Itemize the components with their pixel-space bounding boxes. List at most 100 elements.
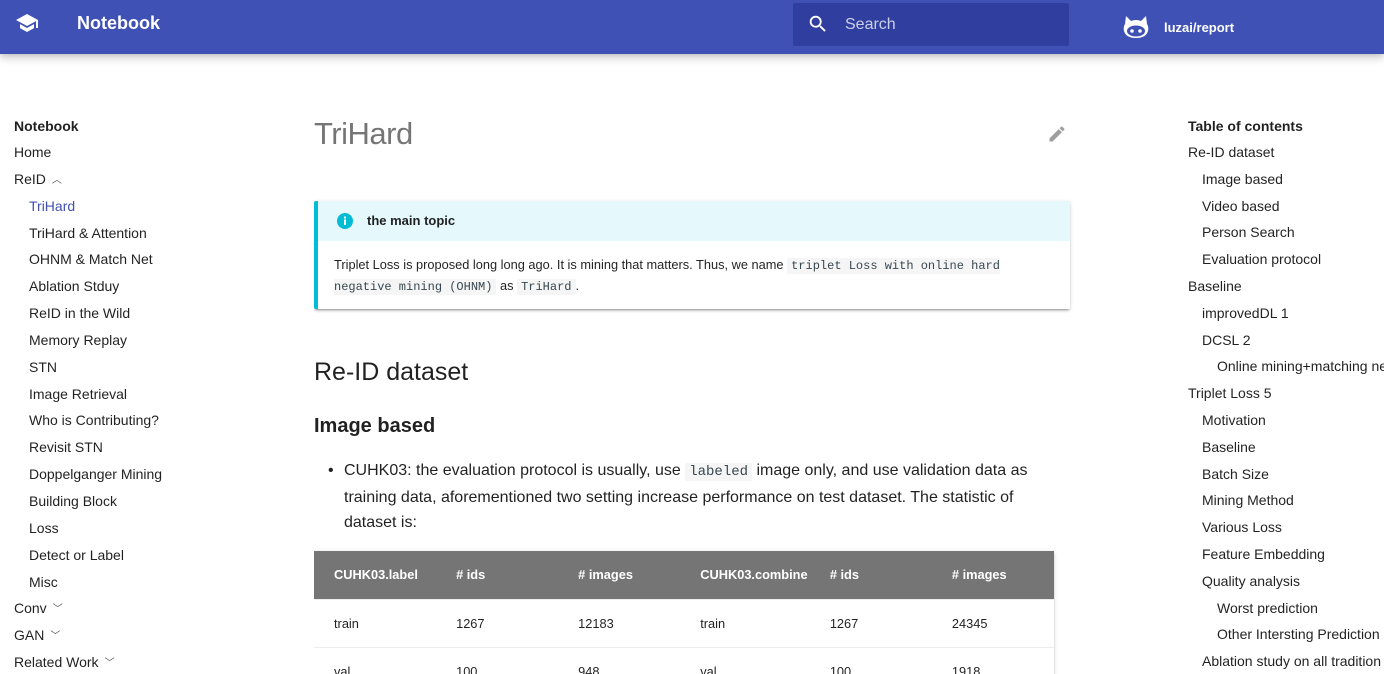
table-cell: 24345	[931, 598, 1054, 647]
repo-label: luzai/report	[1164, 19, 1235, 35]
info-icon	[336, 212, 354, 230]
info-admonition: the main topic Triplet Loss is proposed …	[314, 201, 1070, 309]
table-row: val 100 948 val 100 1918	[314, 646, 1054, 674]
sidebar-nav: Notebook Home ReID ︿ TriHard TriHard & At…	[14, 117, 264, 674]
nav-item-label: Related Work	[14, 654, 99, 671]
nav-item-misc[interactable]: Misc	[14, 569, 264, 596]
nav-item-trihard[interactable]: TriHard	[14, 193, 264, 220]
site-title[interactable]: Notebook	[77, 13, 160, 34]
toc-item-reid-dataset[interactable]: Re-ID dataset	[1188, 139, 1384, 166]
nav-item-label: Image Retrieval	[29, 385, 128, 402]
nav-item-ablation-study[interactable]: Ablation Stduy	[14, 273, 264, 300]
table-cell: val	[314, 646, 437, 674]
inline-code: labeled	[685, 463, 753, 481]
dataset-table: CUHK03.label # ids # images CUHK03.combi…	[314, 551, 1054, 674]
nav-item-label: ReID	[14, 170, 46, 187]
list-item: • CUHK03: the evaluation protocol is usua…	[324, 458, 1044, 535]
table-cell: 1267	[436, 598, 559, 647]
nav-item-label: Detect or Label	[29, 546, 124, 563]
toc-item-triplet-loss[interactable]: Triplet Loss 5	[1188, 380, 1384, 407]
toc-item-batch-size[interactable]: Batch Size	[1188, 461, 1384, 488]
nav-item-doppelganger-mining[interactable]: Doppelganger Mining	[14, 461, 264, 488]
toc-item-baseline-2[interactable]: Baseline	[1188, 434, 1384, 461]
nav-item-label: Memory Replay	[29, 331, 128, 348]
table-header: # ids	[809, 551, 932, 599]
nav-item-label: TriHard & Attention	[29, 224, 147, 241]
table-cell: 1267	[809, 598, 932, 647]
chevron-down-icon: ﹀	[50, 631, 61, 643]
nav-item-trihard-attention[interactable]: TriHard & Attention	[14, 220, 264, 247]
nav-item-related-work[interactable]: Related Work ﹀	[14, 649, 264, 674]
nav-item-label: Who is Contributing?	[29, 412, 159, 429]
chevron-down-icon: ﹀	[52, 604, 63, 616]
toc-item-quality-analysis[interactable]: Quality analysis	[1188, 568, 1384, 595]
search-icon	[807, 13, 829, 35]
toc-item-evaluation-protocol[interactable]: Evaluation protocol	[1188, 246, 1384, 273]
table-cell: train	[314, 598, 437, 647]
nav-item-reid-in-the-wild[interactable]: ReID in the Wild	[14, 300, 264, 327]
table-cell: 100	[436, 646, 559, 674]
section-heading-reid-dataset: Re-ID dataset	[314, 358, 469, 386]
nav-item-image-retrieval[interactable]: Image Retrieval	[14, 381, 264, 408]
table-cell: 100	[809, 646, 932, 674]
subsection-heading-image-based: Image based	[314, 415, 436, 437]
nav-item-gan[interactable]: GAN ﹀	[14, 622, 264, 649]
nav-item-loss[interactable]: Loss	[14, 515, 264, 542]
table-header: CUHK03.combine	[680, 551, 810, 599]
nav-item-revisit-stn[interactable]: Revisit STN	[14, 434, 264, 461]
list-text: CUHK03: the evaluation protocol is usual…	[344, 462, 686, 479]
pencil-icon[interactable]	[1047, 124, 1067, 144]
toc-item-ablation-study-tradition[interactable]: Ablation study on all tradition	[1188, 648, 1384, 674]
search-input[interactable]	[845, 3, 1055, 46]
nav-item-label: Doppelganger Mining	[29, 466, 163, 483]
table-cell: 1918	[931, 646, 1054, 674]
toc-item-mining-method[interactable]: Mining Method	[1188, 487, 1384, 514]
admonition-title: the main topic	[367, 213, 456, 228]
page-title: TriHard	[314, 116, 413, 151]
admonition-body: Triplet Loss is proposed long long ago. …	[318, 241, 1070, 297]
toc-item-online-mining-matching[interactable]: Online mining+matching ne	[1188, 353, 1384, 380]
toc-item-improveddl[interactable]: improvedDL 1	[1188, 300, 1384, 327]
nav-item-label: Misc	[29, 573, 58, 590]
toc-item-motivation[interactable]: Motivation	[1188, 407, 1384, 434]
nav-item-label: Revisit STN	[29, 439, 103, 456]
toc-item-dcsl[interactable]: DCSL 2	[1188, 327, 1384, 354]
nav-item-home[interactable]: Home	[14, 139, 264, 166]
toc-item-image-based[interactable]: Image based	[1188, 166, 1384, 193]
toc-item-other-intersting-prediction[interactable]: Other Intersting Prediction	[1188, 621, 1384, 648]
table-row: train 1267 12183 train 1267 24345	[314, 598, 1054, 647]
nav-item-label: ReID in the Wild	[29, 305, 131, 322]
nav-item-building-block[interactable]: Building Block	[14, 488, 264, 515]
toc-item-various-loss[interactable]: Various Loss	[1188, 514, 1384, 541]
toc-item-baseline[interactable]: Baseline	[1188, 273, 1384, 300]
toc-item-video-based[interactable]: Video based	[1188, 193, 1384, 220]
nav-item-label: GAN	[14, 627, 45, 644]
nav-item-ohnm-match-net[interactable]: OHNM & Match Net	[14, 246, 264, 273]
table-of-contents: Table of contents Re-ID dataset Image ba…	[1188, 117, 1384, 674]
chevron-up-icon: ︿	[51, 174, 62, 186]
github-icon	[1122, 13, 1150, 41]
nav-item-detect-or-label[interactable]: Detect or Label	[14, 542, 264, 569]
nav-item-label: Loss	[29, 519, 59, 536]
graduation-cap-icon[interactable]	[14, 11, 40, 35]
nav-item-reid[interactable]: ReID ︿	[14, 166, 264, 193]
repo-link[interactable]: luzai/report	[1122, 13, 1234, 41]
table-cell: val	[680, 646, 810, 674]
nav-item-label: OHNM & Match Net	[29, 251, 153, 268]
admonition-header: the main topic	[318, 201, 1070, 241]
toc-title: Table of contents	[1188, 118, 1303, 134]
nav-item-label: Home	[14, 144, 52, 160]
toc-item-feature-embedding[interactable]: Feature Embedding	[1188, 541, 1384, 568]
nav-item-label: Building Block	[29, 492, 117, 509]
search-box[interactable]	[793, 3, 1069, 46]
nav-item-label: Conv	[14, 600, 47, 617]
nav-item-who-is-contributing[interactable]: Who is Contributing?	[14, 407, 264, 434]
nav-item-memory-replay[interactable]: Memory Replay	[14, 327, 264, 354]
nav-item-stn[interactable]: STN	[14, 354, 264, 381]
toc-item-person-search[interactable]: Person Search	[1188, 219, 1384, 246]
admonition-text: .	[575, 278, 580, 293]
nav-item-conv[interactable]: Conv ﹀	[14, 595, 264, 622]
toc-item-worst-prediction[interactable]: Worst prediction	[1188, 595, 1384, 622]
bullet-dot: •	[328, 462, 334, 479]
nav-item-label: STN	[29, 358, 57, 375]
